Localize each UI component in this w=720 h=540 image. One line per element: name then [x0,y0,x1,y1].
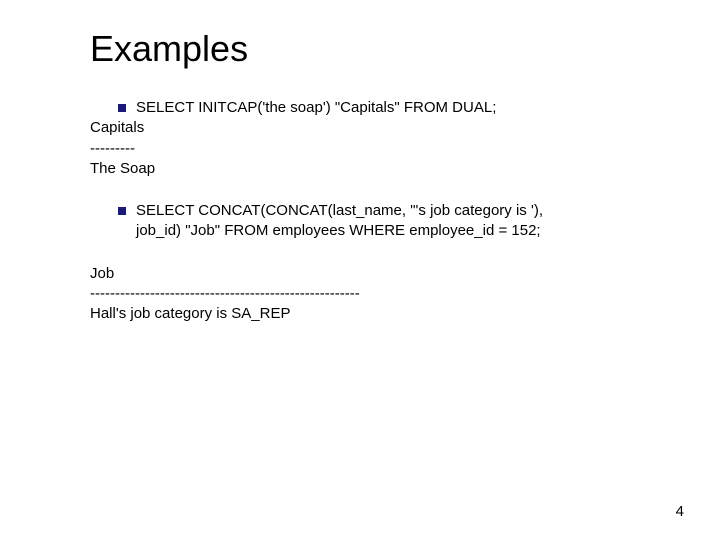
output-divider-2: ----------------------------------------… [90,284,660,304]
slide-title: Examples [90,28,660,70]
output-header-2: Job [90,264,660,284]
example-block-2-output: Job ------------------------------------… [90,264,660,325]
bullet-row-2: SELECT CONCAT(CONCAT(last_name, "'s job … [118,201,660,242]
example-block-1: SELECT INITCAP('the soap') "Capitals" FR… [90,98,660,179]
slide-content: SELECT INITCAP('the soap') "Capitals" FR… [90,98,660,324]
example-block-2-statement: SELECT CONCAT(CONCAT(last_name, "'s job … [90,201,660,242]
output-header-1: Capitals [90,118,660,138]
square-bullet-icon [118,104,126,112]
output-value-1: The Soap [90,159,660,179]
bullet-row-1: SELECT INITCAP('the soap') "Capitals" FR… [118,98,660,118]
sql-statement-2-line2: job_id) "Job" FROM employees WHERE emplo… [136,221,660,241]
page-number: 4 [676,503,684,520]
sql-statement-1: SELECT INITCAP('the soap') "Capitals" FR… [136,98,496,118]
output-value-2: Hall's job category is SA_REP [90,304,660,324]
square-bullet-icon [118,207,126,215]
sql-statement-2-line1: SELECT CONCAT(CONCAT(last_name, "'s job … [136,201,660,221]
output-divider-1: --------- [90,139,660,159]
